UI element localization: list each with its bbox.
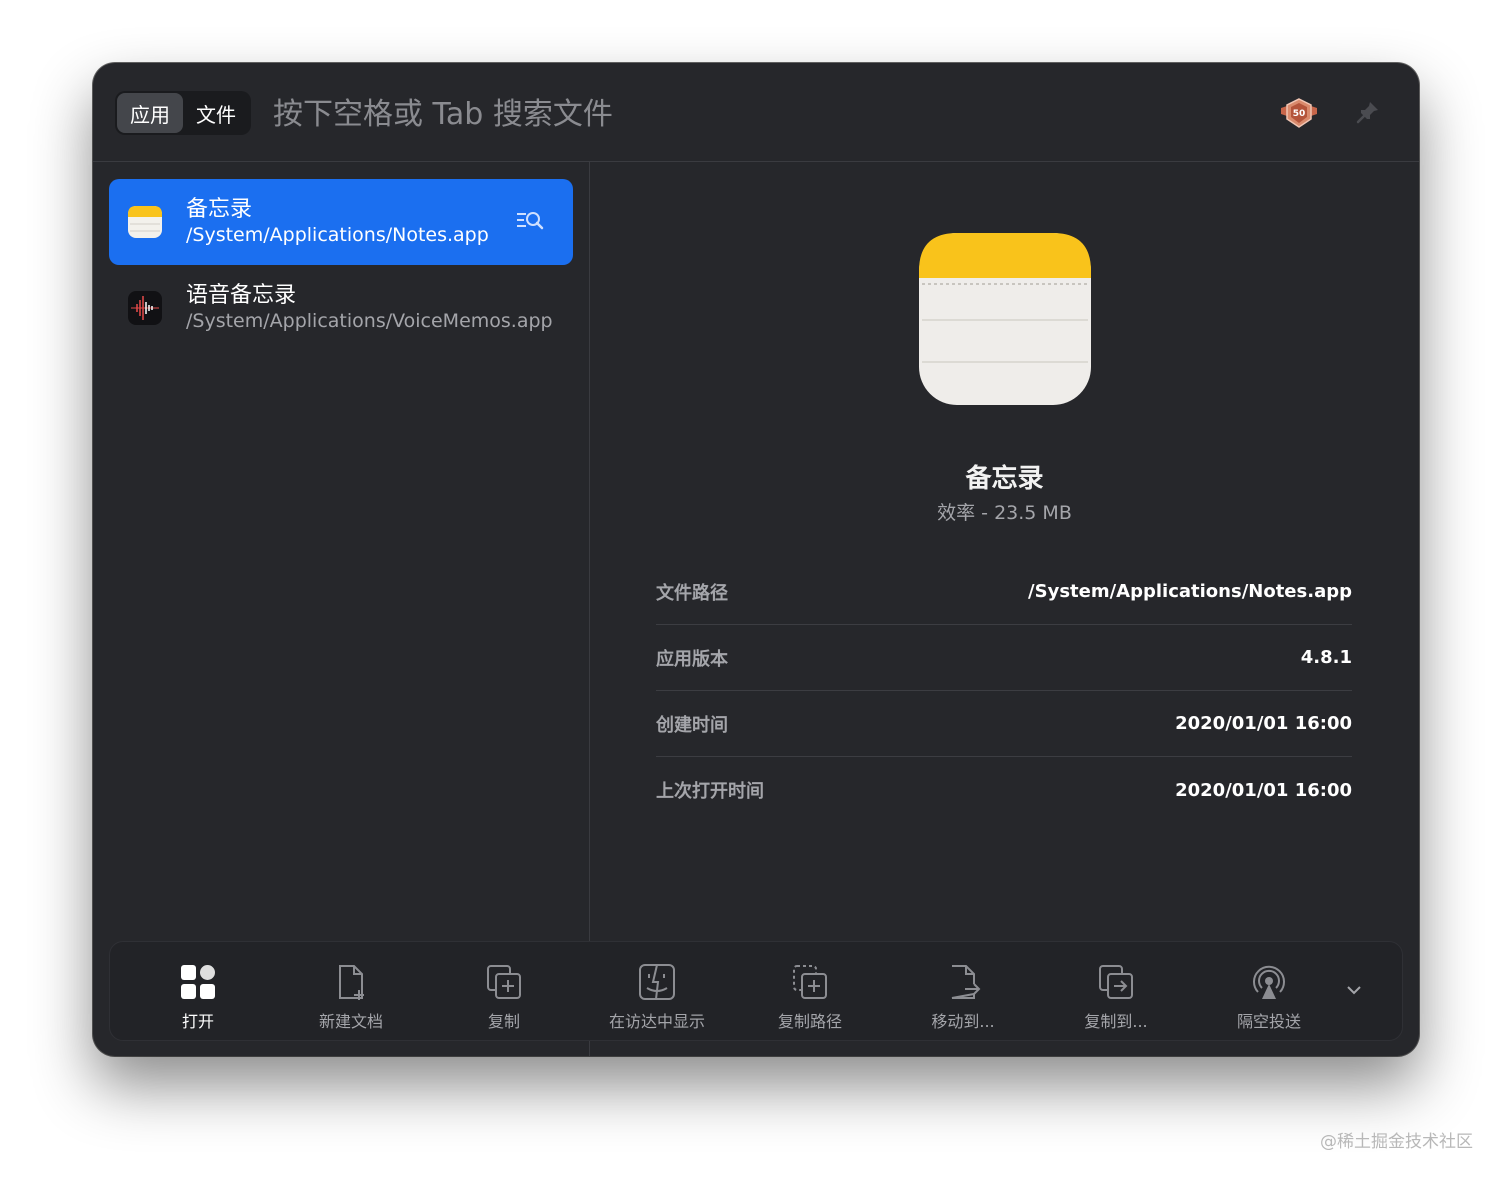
show-in-finder-button[interactable]: 在访达中显示 [581, 942, 733, 1042]
duplicate-button[interactable]: 复制 [428, 942, 580, 1042]
show-in-finder-label: 在访达中显示 [608, 1012, 705, 1031]
copy-path-button[interactable]: 复制路径 [734, 942, 886, 1042]
airdrop-icon [1253, 965, 1285, 999]
badge-label: 50 [1293, 109, 1306, 119]
finder-icon [639, 964, 675, 1000]
notes-app-icon [128, 206, 162, 238]
new-document-label: 新建文档 [318, 1012, 383, 1031]
duplicate-icon [487, 965, 521, 999]
result-path: /System/Applications/Notes.app [186, 224, 489, 246]
new-document-icon [339, 965, 364, 1000]
info-key: 创建时间 [656, 714, 728, 736]
chevron-down-icon[interactable] [1344, 980, 1364, 1000]
info-key: 文件路径 [656, 582, 728, 604]
airdrop-label: 隔空投送 [1236, 1012, 1301, 1031]
result-title: 备忘录 [186, 197, 253, 222]
result-title: 语音备忘录 [186, 283, 297, 308]
header-bar: 应用 文件 50 [93, 63, 1419, 162]
detail-app-name: 备忘录 [965, 464, 1044, 494]
open-button[interactable]: 打开 [122, 942, 274, 1042]
move-to-button[interactable]: 移动到... [887, 942, 1039, 1042]
notes-large-icon [919, 233, 1091, 405]
search-input[interactable] [271, 85, 975, 143]
info-key: 上次打开时间 [656, 781, 764, 802]
info-value: 2020/01/01 16:00 [1175, 713, 1352, 734]
info-value: /System/Applications/Notes.app [1028, 581, 1352, 602]
new-document-button[interactable]: 新建文档 [275, 942, 427, 1042]
move-to-label: 移动到... [931, 1012, 995, 1031]
voice-memos-icon [128, 291, 162, 325]
watermark: @稀土掘金技术社区 [1320, 1132, 1473, 1152]
badge-50-icon[interactable]: 50 [1279, 97, 1319, 129]
segment-files[interactable]: 文件 [183, 93, 249, 133]
info-row: 上次打开时间 2020/01/01 16:00 [656, 757, 1352, 823]
action-toolbar: 打开 新建文档 复制 在访达中显示 复制路径 移动到... 复制到... 隔空投… [109, 941, 1403, 1041]
results-list: 备忘录 /System/Applications/Notes.app 语音备忘录… [93, 162, 590, 1056]
copy-to-button[interactable]: 复制到... [1040, 942, 1192, 1042]
info-value: 2020/01/01 16:00 [1175, 779, 1352, 801]
info-row: 创建时间 2020/01/01 16:00 [656, 691, 1352, 757]
info-row: 应用版本 4.8.1 [656, 625, 1352, 691]
info-value: 4.8.1 [1300, 647, 1352, 668]
copy-to-icon [1099, 965, 1133, 999]
copy-path-icon [793, 965, 827, 999]
detail-app-subtitle: 效率 - 23.5 MB [937, 502, 1072, 524]
info-row: 文件路径 /System/Applications/Notes.app [656, 559, 1352, 625]
copy-path-label: 复制路径 [777, 1012, 842, 1031]
open-label: 打开 [181, 1012, 214, 1031]
result-path: /System/Applications/VoiceMemos.app [186, 310, 553, 332]
move-to-icon [951, 965, 981, 999]
pin-icon[interactable] [1355, 99, 1381, 125]
copy-to-label: 复制到... [1084, 1012, 1148, 1031]
search-list-icon[interactable] [515, 209, 545, 233]
segment-apps[interactable]: 应用 [117, 93, 183, 133]
duplicate-label: 复制 [487, 1012, 520, 1031]
result-item-notes[interactable]: 备忘录 /System/Applications/Notes.app [109, 179, 573, 265]
detail-info-table: 文件路径 /System/Applications/Notes.app 应用版本… [656, 559, 1352, 823]
grid-icon [181, 965, 215, 999]
airdrop-button[interactable]: 隔空投送 [1193, 942, 1345, 1042]
detail-panel: 备忘录 效率 - 23.5 MB 文件路径 /System/Applicatio… [590, 162, 1419, 1056]
app-window: 应用 文件 50 备忘录 /System/Applications/Notes.… [93, 63, 1419, 1056]
info-key: 应用版本 [656, 648, 728, 670]
result-item-voicememos[interactable]: 语音备忘录 /System/Applications/VoiceMemos.ap… [109, 265, 573, 351]
scope-segmented-control: 应用 文件 [115, 91, 251, 135]
